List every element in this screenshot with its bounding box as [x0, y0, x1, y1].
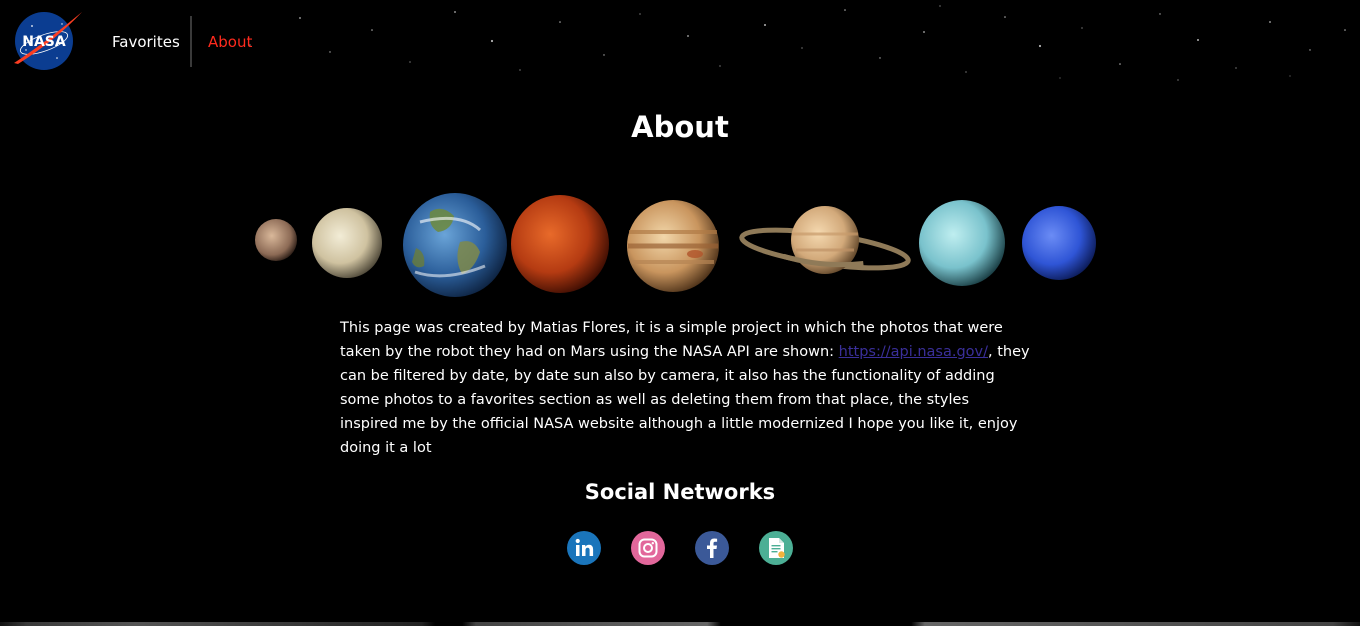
resume-document-icon	[759, 531, 793, 565]
facebook-icon	[695, 531, 729, 565]
planet-mars	[511, 195, 609, 293]
instagram-icon	[631, 531, 665, 565]
facebook-link[interactable]	[695, 531, 729, 565]
planet-saturn	[739, 206, 911, 274]
linkedin-link[interactable]	[567, 531, 601, 565]
nav-about-link[interactable]: About	[208, 33, 252, 51]
page-title: About	[631, 110, 729, 144]
top-nav-bar: NASA Favorites About	[0, 0, 1360, 86]
gallery-strip-edge	[0, 622, 1360, 626]
planet-earth	[403, 193, 507, 297]
about-description: This page was created by Matias Flores, …	[340, 316, 1030, 460]
linkedin-icon	[567, 531, 601, 565]
solar-system-planets-image	[255, 193, 1096, 297]
nasa-api-link[interactable]: https://api.nasa.gov/	[839, 344, 988, 360]
nasa-logo[interactable]: NASA	[12, 10, 84, 70]
planet-neptune	[1022, 206, 1096, 280]
instagram-link[interactable]	[631, 531, 665, 565]
social-networks-heading: Social Networks	[584, 480, 776, 504]
planet-jupiter	[627, 200, 719, 292]
nav-divider	[190, 16, 192, 67]
planet-mercury	[255, 219, 297, 261]
about-page: NASA Favorites About About This page was…	[0, 0, 1360, 626]
svg-text:NASA: NASA	[22, 34, 66, 50]
planet-venus	[312, 208, 382, 278]
description-text-end: , they can be filtered by date, by date …	[340, 344, 1030, 456]
resume-link[interactable]	[759, 531, 793, 565]
planet-uranus	[919, 200, 1005, 286]
nav-favorites-link[interactable]: Favorites	[112, 33, 180, 51]
